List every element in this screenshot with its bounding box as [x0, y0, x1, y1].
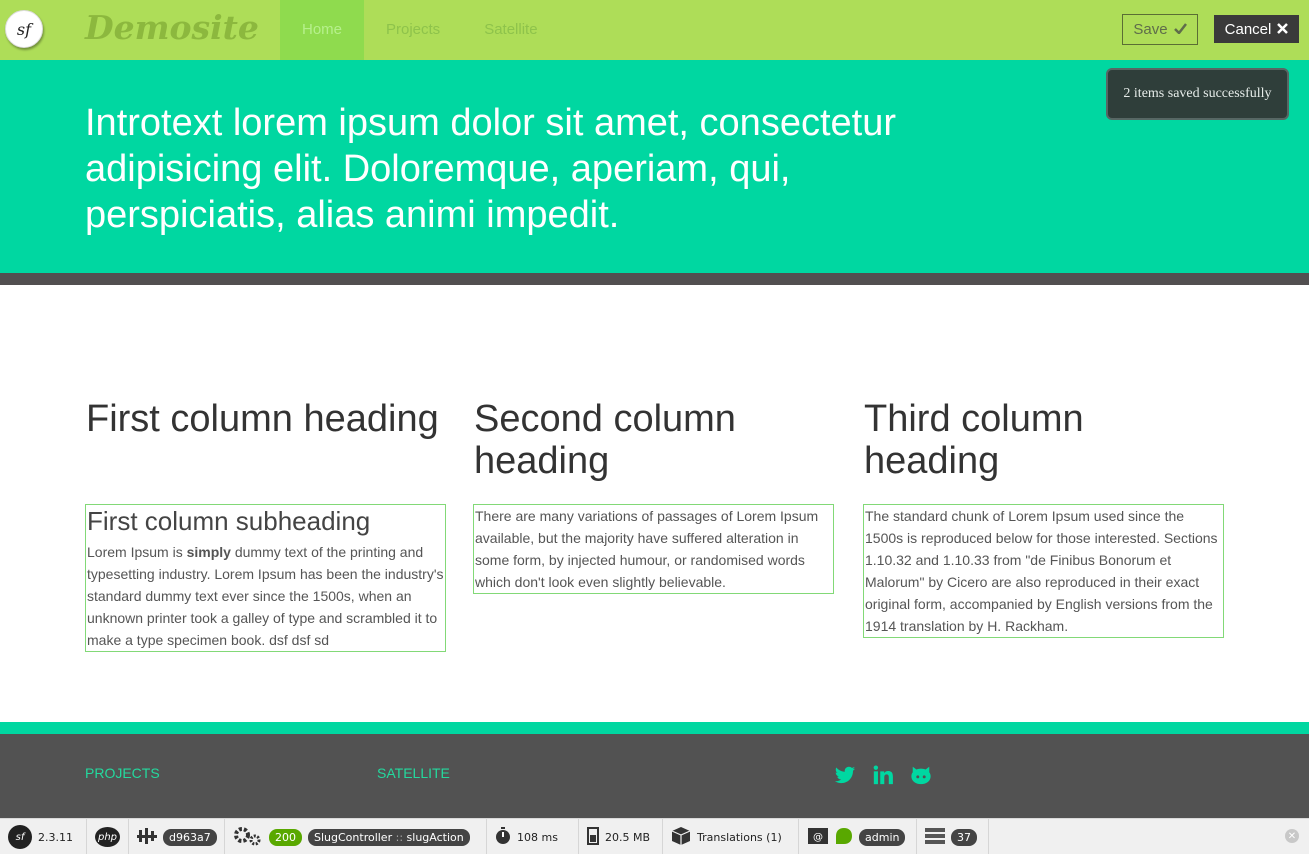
mail-icon: @ [807, 827, 829, 848]
status-badge: 200 [269, 828, 302, 846]
toolbar-memory[interactable]: 20.5 MB [579, 819, 663, 854]
symfony-icon: sf [8, 825, 32, 849]
save-label: Save [1133, 21, 1168, 38]
translations-label: Translations (1) [697, 830, 782, 844]
user-badge: admin [859, 828, 906, 846]
footer-link-projects[interactable]: PROJECTS [85, 765, 160, 781]
top-navbar: sf Demosite Home Projects Satellite Save… [0, 0, 1309, 60]
sf-version: 2.3.11 [38, 830, 73, 844]
column-subheading: First column subheading [87, 506, 371, 536]
save-button[interactable]: Save [1122, 14, 1198, 45]
brand-name[interactable]: Demosite [85, 8, 259, 47]
query-count-badge: 37 [951, 828, 977, 846]
checkmark-icon [1173, 21, 1187, 38]
token-badge: d963a7 [163, 828, 217, 846]
editable-content-box[interactable]: The standard chunk of Lorem Ipsum used s… [863, 504, 1224, 638]
debug-toolbar: sf 2.3.11 php d963a7 200 SlugController … [0, 818, 1309, 854]
memory-value: 20.5 MB [605, 830, 651, 844]
column-first: First column heading First column subhea… [85, 398, 447, 652]
php-icon: php [95, 827, 120, 847]
intro-text: Introtext lorem ipsum dolor sit amet, co… [85, 102, 896, 236]
toolbar-config[interactable]: d963a7 [129, 819, 225, 854]
divider-strip [0, 273, 1309, 285]
column-second: Second column heading There are many var… [473, 398, 835, 594]
cube-icon [671, 826, 691, 849]
toolbar-security[interactable]: @ admin [799, 819, 917, 854]
toolbar-request[interactable]: 200 SlugController :: slugAction [225, 819, 487, 854]
github-icon[interactable] [910, 764, 932, 786]
linkedin-icon[interactable] [872, 764, 894, 786]
database-icon [925, 827, 945, 847]
stopwatch-icon [495, 826, 511, 848]
close-icon [1277, 21, 1289, 38]
toolbar-db[interactable]: 37 [917, 819, 989, 854]
memory-icon [587, 826, 599, 848]
toolbar-close-icon[interactable]: ✕ [1285, 829, 1299, 843]
editable-content-box[interactable]: First column subheading Lorem Ipsum is s… [85, 504, 446, 652]
column-third: Third column heading The standard chunk … [863, 398, 1225, 638]
twitter-icon[interactable] [834, 764, 856, 786]
footer-link-satellite[interactable]: SATELLITE [377, 765, 450, 781]
column-heading: Second column heading [474, 398, 736, 482]
controller-badge: SlugController :: slugAction [308, 828, 470, 846]
time-value: 108 ms [517, 830, 558, 844]
nav-item-home[interactable]: Home [280, 0, 364, 60]
main-nav: Home Projects Satellite [280, 0, 560, 60]
config-icon [137, 827, 157, 848]
column-body: The standard chunk of Lorem Ipsum used s… [865, 508, 1218, 634]
user-status-icon [835, 827, 853, 848]
toolbar-translations[interactable]: Translations (1) [663, 819, 799, 854]
toolbar-time[interactable]: 108 ms [487, 819, 579, 854]
editable-content-box[interactable]: There are many variations of passages of… [473, 504, 834, 594]
svg-text:@: @ [813, 832, 823, 843]
cancel-button[interactable]: Cancel [1214, 15, 1299, 43]
nav-item-satellite[interactable]: Satellite [462, 0, 559, 60]
footer: PROJECTS SATELLITE [0, 734, 1309, 818]
nav-item-projects[interactable]: Projects [364, 0, 462, 60]
footer-accent-strip [0, 722, 1309, 734]
column-heading: Third column heading [864, 398, 1084, 482]
symfony-logo[interactable]: sf [5, 10, 43, 48]
column-body: Lorem Ipsum is simply dummy text of the … [87, 544, 444, 648]
cancel-label: Cancel [1224, 20, 1272, 38]
success-toast[interactable]: 2 items saved successfully [1106, 68, 1289, 120]
gears-icon [233, 826, 263, 849]
toolbar-php[interactable]: php [87, 819, 129, 854]
column-heading: First column heading [86, 398, 439, 440]
toolbar-symfony-version[interactable]: sf 2.3.11 [0, 819, 87, 854]
column-body: There are many variations of passages of… [475, 508, 819, 590]
